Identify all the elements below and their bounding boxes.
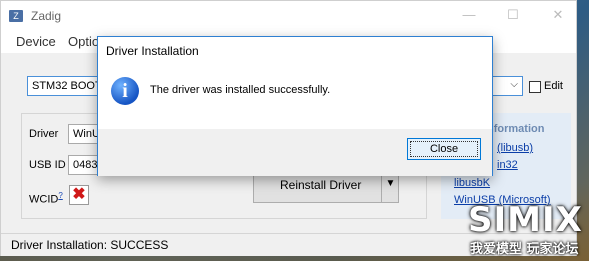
close-button[interactable]: Close (407, 138, 481, 160)
title-bar: Z Zadig — ☐ ✕ (1, 1, 576, 31)
wcid-help-link[interactable]: ? (58, 191, 62, 200)
watermark-logo: SIMIX (468, 200, 583, 240)
driver-installation-dialog: Driver Installation i The driver was ins… (97, 36, 493, 176)
dialog-body (98, 67, 492, 129)
wcid-label: WCID? (29, 191, 63, 206)
usb-id-label: USB ID (29, 159, 66, 171)
menu-device[interactable]: Device (16, 34, 56, 49)
wcid-status-x-icon: ✖ (69, 185, 89, 205)
device-select-value: STM32 BOOT (32, 80, 102, 92)
maximize-button[interactable]: ☐ (503, 5, 523, 25)
zadig-app-icon: Z (9, 10, 23, 22)
watermark-caption: 我爱模型 玩家论坛 (470, 242, 579, 257)
link-libusb[interactable]: (libusb) (497, 142, 533, 154)
window-title: Zadig (31, 9, 62, 23)
link-libusb-win32[interactable]: in32 (497, 159, 518, 171)
dialog-message: The driver was installed successfully. (150, 84, 331, 96)
edit-checkbox[interactable] (529, 81, 541, 93)
link-libusbk[interactable]: libusbK (454, 177, 490, 189)
edit-label: Edit (544, 80, 563, 92)
close-window-button[interactable]: ✕ (548, 5, 568, 25)
wcid-label-text: WCID (29, 193, 59, 206)
information-icon: i (111, 77, 139, 105)
dialog-title: Driver Installation (106, 44, 199, 58)
status-text: Driver Installation: SUCCESS (11, 238, 169, 252)
info-heading: nformation (487, 123, 545, 135)
menu-options[interactable]: Optio (68, 34, 99, 49)
driver-label: Driver (29, 128, 59, 140)
minimize-button[interactable]: — (459, 5, 479, 25)
chevron-down-icon: ⌵ (510, 79, 518, 90)
